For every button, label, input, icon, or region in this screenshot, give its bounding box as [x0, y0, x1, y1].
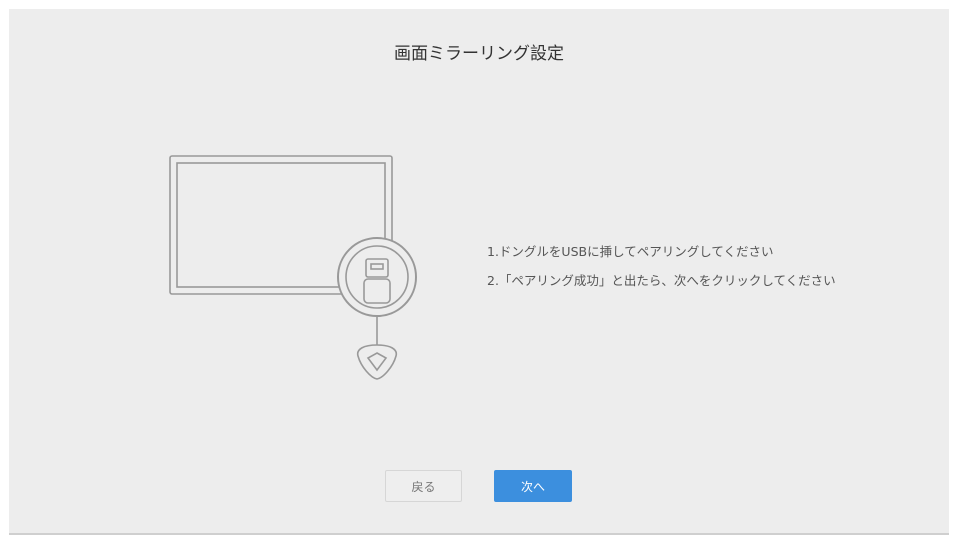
instruction-list: 1.ドングルをUSBに挿してペアリングしてください 2.「ペアリング成功」と出た…: [487, 237, 836, 295]
next-button[interactable]: 次へ: [494, 470, 572, 502]
page-title: 画面ミラーリング設定: [394, 44, 564, 64]
mirroring-setup-panel: 画面ミラーリング設定 1.ドングルをUSBに挿してペアリングしてください 2.「…: [9, 9, 949, 535]
monitor-with-usb-dongle-icon: [164, 149, 424, 389]
back-button[interactable]: 戻る: [385, 470, 462, 502]
instruction-step-2: 2.「ペアリング成功」と出たら、次へをクリックしてください: [487, 273, 836, 288]
instruction-step-1: 1.ドングルをUSBに挿してペアリングしてください: [487, 244, 774, 259]
